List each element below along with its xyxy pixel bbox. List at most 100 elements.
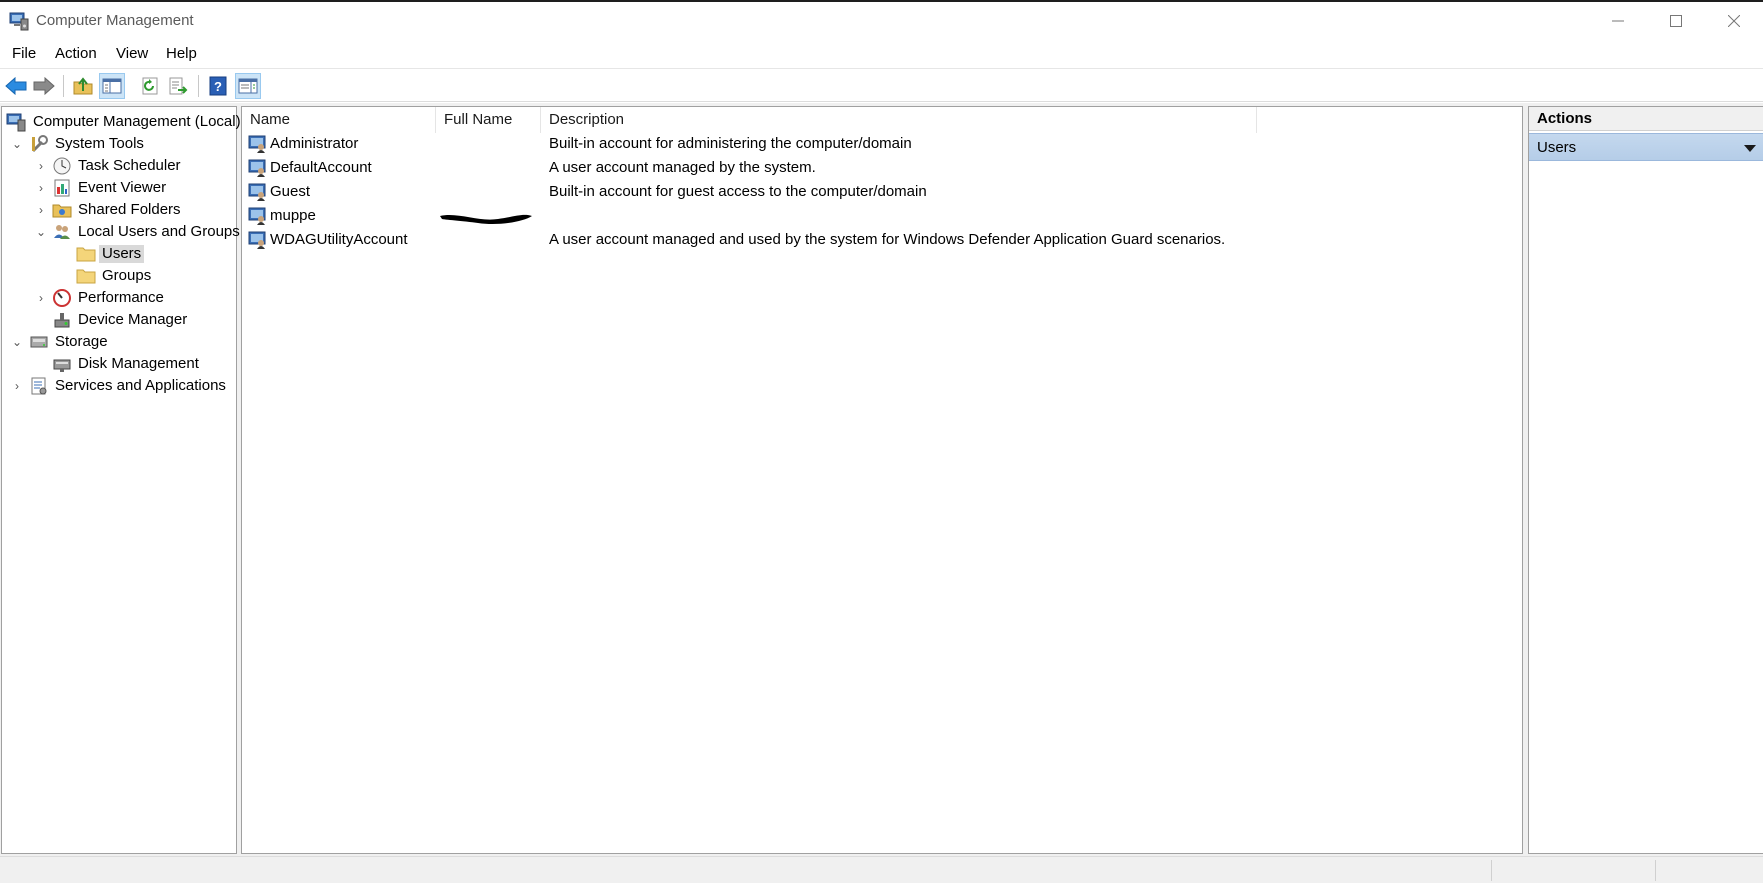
status-divider: [1491, 860, 1492, 881]
storage-icon: [30, 336, 48, 348]
tree-item-performance[interactable]: › Performance: [2, 287, 236, 309]
status-divider: [1655, 860, 1656, 881]
tree-item-label: Storage: [55, 333, 108, 350]
user-account-icon: [248, 135, 266, 153]
up-one-level-button[interactable]: [70, 73, 96, 99]
show-hide-action-pane-icon: [238, 78, 258, 94]
tree-item-system-tools[interactable]: ⌄ System Tools: [2, 133, 236, 155]
chevron-down-icon[interactable]: ⌄: [10, 335, 24, 349]
minimize-button[interactable]: [1589, 2, 1647, 40]
system-tools-icon: [31, 135, 48, 153]
status-bar: [0, 856, 1763, 883]
maximize-icon: [1670, 15, 1682, 27]
menu-view[interactable]: View: [116, 45, 148, 62]
chevron-down-icon[interactable]: ⌄: [34, 225, 48, 239]
close-icon: [1728, 15, 1740, 27]
tree-item-users[interactable]: Users: [2, 243, 236, 265]
tree-item-label: Local Users and Groups: [78, 223, 240, 240]
show-hide-console-tree-icon: [102, 78, 122, 94]
toolbar-separator: [63, 75, 64, 97]
chevron-right-icon[interactable]: ›: [34, 291, 48, 305]
help-button[interactable]: ?: [205, 73, 231, 99]
cell-description: A user account managed and used by the s…: [549, 231, 1226, 248]
users-list[interactable]: Name Full Name Description Administrator…: [241, 106, 1523, 854]
tree-item-label: Performance: [78, 289, 164, 306]
user-account-icon: [248, 159, 266, 177]
tree-item-label: Task Scheduler: [78, 157, 181, 174]
tree-item-label: Shared Folders: [78, 201, 181, 218]
user-account-icon: [248, 231, 266, 249]
event-viewer-icon: [54, 179, 70, 197]
tree-item-device-manager[interactable]: Device Manager: [2, 309, 236, 331]
tree-item-label: System Tools: [55, 135, 144, 152]
cell-name: DefaultAccount: [270, 159, 372, 176]
tree-item-label: Users: [99, 245, 145, 263]
show-hide-action-pane-button[interactable]: [235, 73, 261, 99]
table-row[interactable]: DefaultAccount A user account managed by…: [242, 157, 1522, 179]
table-row[interactable]: Administrator Built-in account for admin…: [242, 133, 1522, 155]
tree-item-computer-management[interactable]: Computer Management (Local): [2, 111, 241, 133]
chevron-right-icon[interactable]: ›: [34, 203, 48, 217]
menu-action[interactable]: Action: [55, 45, 97, 62]
tree-item-disk-management[interactable]: Disk Management: [2, 353, 236, 375]
toolbar-separator: [198, 75, 199, 97]
tree-item-local-users-and-groups[interactable]: ⌄ Local Users and Groups: [2, 221, 240, 243]
redaction-scribble: [440, 214, 532, 225]
tree-item-shared-folders[interactable]: › Shared Folders: [2, 199, 236, 221]
close-button[interactable]: [1705, 2, 1763, 40]
column-header-description[interactable]: Description: [541, 107, 1257, 133]
folder-icon: [76, 269, 96, 284]
tree-item-label: Computer Management (Local): [33, 113, 241, 130]
tree-item-event-viewer[interactable]: › Event Viewer: [2, 177, 236, 199]
user-account-icon: [248, 183, 266, 201]
shared-folder-icon: [52, 204, 72, 218]
cell-description: A user account managed by the system.: [549, 159, 816, 176]
clock-icon: [53, 157, 71, 175]
computer-management-icon: [9, 12, 29, 31]
svg-text:?: ?: [214, 79, 222, 94]
menu-help[interactable]: Help: [166, 45, 197, 62]
tree-item-label: Disk Management: [78, 355, 199, 372]
tree-item-services-and-applications[interactable]: › Services and Applications: [2, 375, 236, 397]
maximize-button[interactable]: [1647, 2, 1705, 40]
show-hide-console-tree-button[interactable]: [99, 73, 125, 99]
toolbar: ?: [0, 68, 1763, 102]
tree-item-task-scheduler[interactable]: › Task Scheduler: [2, 155, 236, 177]
actions-section-users[interactable]: Users: [1529, 133, 1763, 161]
cell-name: muppe: [270, 207, 316, 224]
actions-header: Actions: [1529, 107, 1763, 131]
chevron-right-icon[interactable]: ›: [34, 181, 48, 195]
cell-name: Administrator: [270, 135, 359, 152]
title-bar[interactable]: Computer Management: [0, 2, 1763, 40]
actions-pane: Actions Users: [1528, 106, 1763, 854]
cell-name: Guest: [270, 183, 311, 200]
window-title: Computer Management: [36, 12, 194, 29]
performance-icon: [53, 289, 71, 307]
chevron-down-icon[interactable]: ⌄: [10, 137, 24, 151]
cell-description: Built-in account for guest access to the…: [549, 183, 927, 200]
export-list-button[interactable]: [165, 73, 191, 99]
console-tree[interactable]: Computer Management (Local) ⌄ System Too…: [1, 106, 241, 854]
cell-name: WDAGUtilityAccount: [270, 231, 408, 248]
help-icon: ?: [209, 76, 227, 96]
tree-item-storage[interactable]: ⌄ Storage: [2, 331, 236, 353]
chevron-right-icon[interactable]: ›: [34, 159, 48, 173]
column-header-name[interactable]: Name: [242, 107, 436, 133]
menu-bar: File Action View Help: [0, 40, 1763, 68]
actions-section-label: Users: [1537, 139, 1577, 156]
back-button[interactable]: [3, 73, 29, 99]
table-row[interactable]: Guest Built-in account for guest access …: [242, 181, 1522, 203]
refresh-button[interactable]: [137, 73, 163, 99]
users-groups-icon: [54, 225, 70, 239]
table-row[interactable]: muppe: [242, 205, 1522, 227]
up-folder-icon: [73, 77, 93, 95]
column-header-full-name[interactable]: Full Name: [436, 107, 541, 133]
dropdown-arrow-icon[interactable]: [1744, 145, 1756, 152]
table-row[interactable]: WDAGUtilityAccount A user account manage…: [242, 229, 1522, 251]
tree-item-groups[interactable]: Groups: [2, 265, 236, 287]
menu-file[interactable]: File: [12, 45, 36, 62]
chevron-right-icon[interactable]: ›: [10, 379, 24, 393]
computer-management-icon: [6, 113, 26, 132]
forward-button[interactable]: [31, 73, 57, 99]
tree-item-label: Groups: [102, 267, 152, 284]
